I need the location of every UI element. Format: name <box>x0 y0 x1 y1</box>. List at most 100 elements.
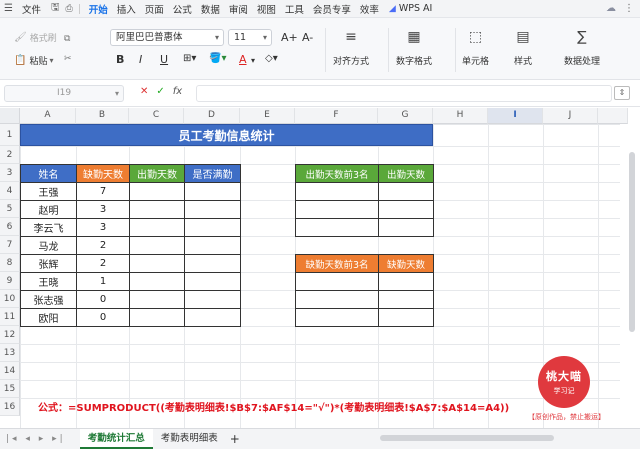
tab-efficiency[interactable]: 效率 <box>360 2 379 16</box>
column-header-i[interactable]: I <box>488 108 543 124</box>
cell-absent-days[interactable]: 7 <box>76 182 130 201</box>
horizontal-scrollbar[interactable] <box>380 435 554 441</box>
cell-attend-days[interactable] <box>129 272 185 291</box>
print-icon[interactable]: ⎙ <box>66 4 73 14</box>
bold-button[interactable]: B <box>116 53 124 66</box>
header-attend-days[interactable]: 出勤天数 <box>129 164 185 183</box>
cell-full-attend[interactable] <box>184 254 241 273</box>
save-icon[interactable]: 🖫 <box>51 0 60 17</box>
column-header-h[interactable]: H <box>433 108 488 124</box>
shrink-font-button[interactable]: A- <box>302 31 313 44</box>
select-all-corner[interactable] <box>0 108 20 124</box>
cell-top3-attend-value[interactable] <box>378 218 434 237</box>
column-header-j[interactable]: J <box>543 108 598 124</box>
row-header-8[interactable]: 8 <box>0 254 20 272</box>
cell-top3-attend-value[interactable] <box>378 182 434 201</box>
row-header-15[interactable]: 15 <box>0 380 20 398</box>
cell-absent-days[interactable]: 3 <box>76 218 130 237</box>
cell-employee-name[interactable]: 王晓 <box>20 272 77 291</box>
cell-employee-name[interactable]: 张志强 <box>20 290 77 309</box>
row-header-6[interactable]: 6 <box>0 218 20 236</box>
sheet-tab-detail[interactable]: 考勤表明细表 <box>153 429 226 449</box>
cell-top3-absent-name[interactable] <box>295 272 379 291</box>
cell-full-attend[interactable] <box>184 218 241 237</box>
cell-employee-name[interactable]: 赵明 <box>20 200 77 219</box>
cell-absent-days[interactable]: 0 <box>76 290 130 309</box>
chevron-down-icon[interactable]: ▾ <box>251 56 255 65</box>
sheet-nav-icon[interactable]: |◂ ◂ ▸ ▸| <box>6 434 66 444</box>
border-icon[interactable]: ⊞▾ <box>183 53 196 64</box>
row-header-16[interactable]: 16 <box>0 398 20 416</box>
font-size-select[interactable]: 11 ▾ <box>228 29 272 46</box>
cell-top3-absent-name[interactable] <box>295 290 379 309</box>
copy-icon[interactable]: ⧉ <box>64 34 70 44</box>
sheet-tab-summary[interactable]: 考勤统计汇总 <box>79 429 153 449</box>
data-process-button[interactable]: ∑ 数据处理 <box>564 26 600 67</box>
cell-full-attend[interactable] <box>184 200 241 219</box>
fill-color-icon[interactable]: 🪣▾ <box>209 53 226 64</box>
row-header-7[interactable]: 7 <box>0 236 20 254</box>
format-painter-button[interactable]: 🖌 格式刷 <box>14 31 57 44</box>
cell-top3-attend-name[interactable] <box>295 182 379 201</box>
cell-button[interactable]: ⬚ 单元格 <box>462 26 489 67</box>
cell-employee-name[interactable]: 欧阳 <box>20 308 77 327</box>
cell-top3-absent-value[interactable] <box>378 272 434 291</box>
cell-absent-days[interactable]: 3 <box>76 200 130 219</box>
cell-full-attend[interactable] <box>184 236 241 255</box>
cloud-sync-icon[interactable]: ☁ <box>606 3 616 14</box>
row-header-12[interactable]: 12 <box>0 326 20 344</box>
menu-icon[interactable]: ☰ <box>4 3 18 14</box>
row-header-5[interactable]: 5 <box>0 200 20 218</box>
cell-full-attend[interactable] <box>184 182 241 201</box>
row-header-13[interactable]: 13 <box>0 344 20 362</box>
cell-employee-name[interactable]: 王强 <box>20 182 77 201</box>
expand-formula-icon[interactable]: ⇕ <box>614 86 630 100</box>
cell-attend-days[interactable] <box>129 200 185 219</box>
row-header-2[interactable]: 2 <box>0 146 20 164</box>
row-header-3[interactable]: 3 <box>0 164 20 182</box>
cell-attend-days[interactable] <box>129 218 185 237</box>
paste-dropdown-icon[interactable]: ▾ <box>49 56 53 65</box>
column-header-g[interactable]: G <box>378 108 433 124</box>
tab-view[interactable]: 视图 <box>257 2 276 16</box>
cell-top3-attend-value[interactable] <box>378 200 434 219</box>
column-header-f[interactable]: F <box>295 108 378 124</box>
cell-employee-name[interactable]: 马龙 <box>20 236 77 255</box>
tab-page[interactable]: 页面 <box>145 2 164 16</box>
cut-icon[interactable]: ✂ <box>64 54 72 64</box>
cell-top3-attend-name[interactable] <box>295 200 379 219</box>
cell-attend-days[interactable] <box>129 308 185 327</box>
cell-top3-absent-name[interactable] <box>295 308 379 327</box>
header-absent-days-2[interactable]: 缺勤天数 <box>378 254 434 273</box>
header-attend-days-2[interactable]: 出勤天数 <box>378 164 434 183</box>
header-name[interactable]: 姓名 <box>20 164 77 183</box>
cell-attend-days[interactable] <box>129 254 185 273</box>
insert-function-button[interactable]: fx <box>173 86 182 97</box>
cell-absent-days[interactable]: 2 <box>76 236 130 255</box>
row-header-11[interactable]: 11 <box>0 308 20 326</box>
align-button[interactable]: ≡ 对齐方式 <box>333 26 369 67</box>
paste-button[interactable]: 📋 粘贴 ▾ <box>14 54 53 67</box>
row-header-1[interactable]: 1 <box>0 124 20 146</box>
row-header-14[interactable]: 14 <box>0 362 20 380</box>
name-box[interactable]: I19 ▾ <box>4 85 124 102</box>
header-top3-attend[interactable]: 出勤天数前3名 <box>295 164 379 183</box>
cell-employee-name[interactable]: 李云飞 <box>20 218 77 237</box>
tab-insert[interactable]: 插入 <box>117 2 136 16</box>
cell-full-attend[interactable] <box>184 308 241 327</box>
cell-absent-days[interactable]: 0 <box>76 308 130 327</box>
wps-ai-button[interactable]: ◢ WPS AI <box>389 3 432 14</box>
cell-attend-days[interactable] <box>129 182 185 201</box>
confirm-icon[interactable]: ✓ <box>156 86 164 97</box>
tab-member[interactable]: 会员专享 <box>313 2 351 16</box>
tab-formula[interactable]: 公式 <box>173 2 192 16</box>
cell-top3-absent-value[interactable] <box>378 290 434 309</box>
tab-home[interactable]: 开始 <box>88 2 108 20</box>
underline-button[interactable]: U <box>160 53 168 66</box>
cell-employee-name[interactable]: 张辉 <box>20 254 77 273</box>
cell-attend-days[interactable] <box>129 236 185 255</box>
clear-format-icon[interactable]: ◇▾ <box>265 53 278 64</box>
number-format-button[interactable]: ▦ 数字格式 <box>396 26 432 67</box>
column-header-c[interactable]: C <box>129 108 184 124</box>
header-full-attend[interactable]: 是否满勤 <box>184 164 241 183</box>
